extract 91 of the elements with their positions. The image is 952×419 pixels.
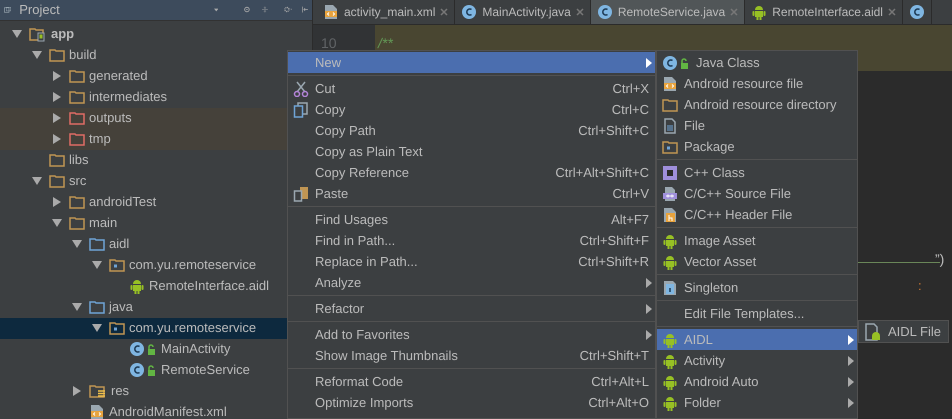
- folder-icon: [49, 173, 65, 189]
- copy-icon: [293, 102, 309, 118]
- menu-item[interactable]: Package: [657, 136, 857, 157]
- android-icon: [662, 394, 678, 410]
- tree-item-label: res: [111, 382, 130, 400]
- xml-file-icon: [662, 76, 678, 92]
- tree-item-label: outputs: [89, 109, 132, 128]
- resource-folder-icon: [89, 383, 107, 399]
- tree-item-label: intermediates: [89, 88, 168, 106]
- panel-title: Project: [19, 1, 60, 19]
- tree-row[interactable]: app: [0, 24, 312, 44]
- package-icon: [109, 320, 125, 336]
- menu-item[interactable]: Folder: [657, 392, 857, 413]
- folder-icon: [69, 89, 85, 105]
- package-icon: [662, 138, 678, 154]
- folder-icon: [89, 299, 105, 315]
- tree-item-label: aidl: [109, 235, 130, 254]
- android-icon: [662, 254, 678, 270]
- class-icon: [662, 54, 690, 70]
- class-icon: [908, 4, 925, 20]
- class-badge-icon: [662, 164, 678, 180]
- menu-item[interactable]: Singleton: [657, 277, 857, 298]
- source-file-icon: [662, 186, 678, 202]
- header-file-icon: [662, 206, 678, 222]
- folder-icon: [662, 96, 678, 112]
- menu-item[interactable]: Cut Ctrl+X: [288, 78, 655, 99]
- close-icon: [888, 8, 896, 16]
- tree-item-label: app: [51, 25, 74, 44]
- tree-item-label: com.yu.remoteservice: [129, 319, 256, 338]
- android-icon: [662, 232, 678, 248]
- android-icon: [662, 352, 678, 368]
- paste-icon: [293, 186, 309, 202]
- folder-icon: [69, 131, 85, 147]
- editor-tab[interactable]: RemoteService.java: [590, 0, 746, 24]
- close-icon: [576, 8, 584, 16]
- class-icon: [129, 362, 157, 378]
- code-fragment: ”): [935, 250, 944, 269]
- scissors-icon: [293, 80, 309, 96]
- file-icon: [662, 118, 678, 134]
- tree-item-label: com.yu.remoteservice: [129, 256, 256, 274]
- menu-item[interactable]: Android Auto: [657, 371, 857, 392]
- dropdown-caret-icon[interactable]: [214, 6, 218, 13]
- tree-item-label: RemoteInterface.aidl: [149, 277, 269, 296]
- menu-item[interactable]: Vector Asset: [657, 251, 857, 272]
- code-fragment: :: [918, 277, 922, 295]
- class-icon: [596, 4, 613, 20]
- close-icon: [730, 8, 738, 16]
- tree-item-label: tmp: [89, 130, 111, 148]
- android-icon: [751, 4, 768, 20]
- tree-item-label: RemoteService: [161, 361, 250, 380]
- close-icon: [440, 8, 448, 16]
- menu-item[interactable]: Android resource directory: [657, 94, 857, 115]
- tree-item-label: java: [109, 298, 133, 316]
- tree-item-label: MainActivity: [161, 340, 230, 358]
- class-icon: [461, 4, 478, 20]
- folder-icon: [89, 236, 105, 252]
- folder-icon: [49, 152, 65, 168]
- folder-icon: [69, 194, 85, 210]
- menu-item[interactable]: Image Asset: [657, 230, 857, 251]
- menu-item[interactable]: AIDL File: [859, 321, 948, 342]
- menu-item[interactable]: Edit File Templates...: [657, 303, 857, 324]
- tree-item-label: build: [69, 46, 96, 64]
- file-icon: [662, 280, 678, 296]
- class-icon: [129, 341, 157, 357]
- menu-item[interactable]: C++ Class: [657, 162, 857, 183]
- menu-item[interactable]: C/C++ Source File: [657, 183, 857, 204]
- menu-item[interactable]: Refactor: [288, 298, 655, 319]
- folder-icon: [49, 47, 65, 63]
- tree-item-label: libs: [69, 151, 89, 170]
- folder-icon: [69, 68, 85, 84]
- menu-item[interactable]: Android resource file: [657, 73, 857, 94]
- menu-item[interactable]: Activity: [657, 350, 857, 371]
- menu-item[interactable]: File: [657, 115, 857, 136]
- code-comment: /**: [378, 35, 393, 51]
- android-icon: [662, 374, 678, 390]
- tree-item-label: androidTest: [89, 193, 156, 212]
- tree-item-label: generated: [89, 67, 148, 86]
- tree-item-label: AndroidManifest.xml: [109, 403, 227, 419]
- module-folder-icon: [29, 26, 47, 42]
- xml-file-icon: [323, 4, 339, 20]
- package-icon: [109, 257, 125, 273]
- folder-icon: [69, 215, 85, 231]
- android-file-icon: [864, 322, 882, 340]
- android-icon: [662, 332, 678, 348]
- tree-item-label: main: [89, 214, 118, 232]
- menu-item[interactable]: C/C++ Header File: [657, 204, 857, 225]
- folder-icon: [69, 110, 85, 126]
- menu-item[interactable]: Java Class: [657, 52, 857, 73]
- android-icon: [129, 278, 145, 294]
- xml-file-icon: [89, 404, 105, 419]
- tree-item-label: src: [69, 172, 86, 190]
